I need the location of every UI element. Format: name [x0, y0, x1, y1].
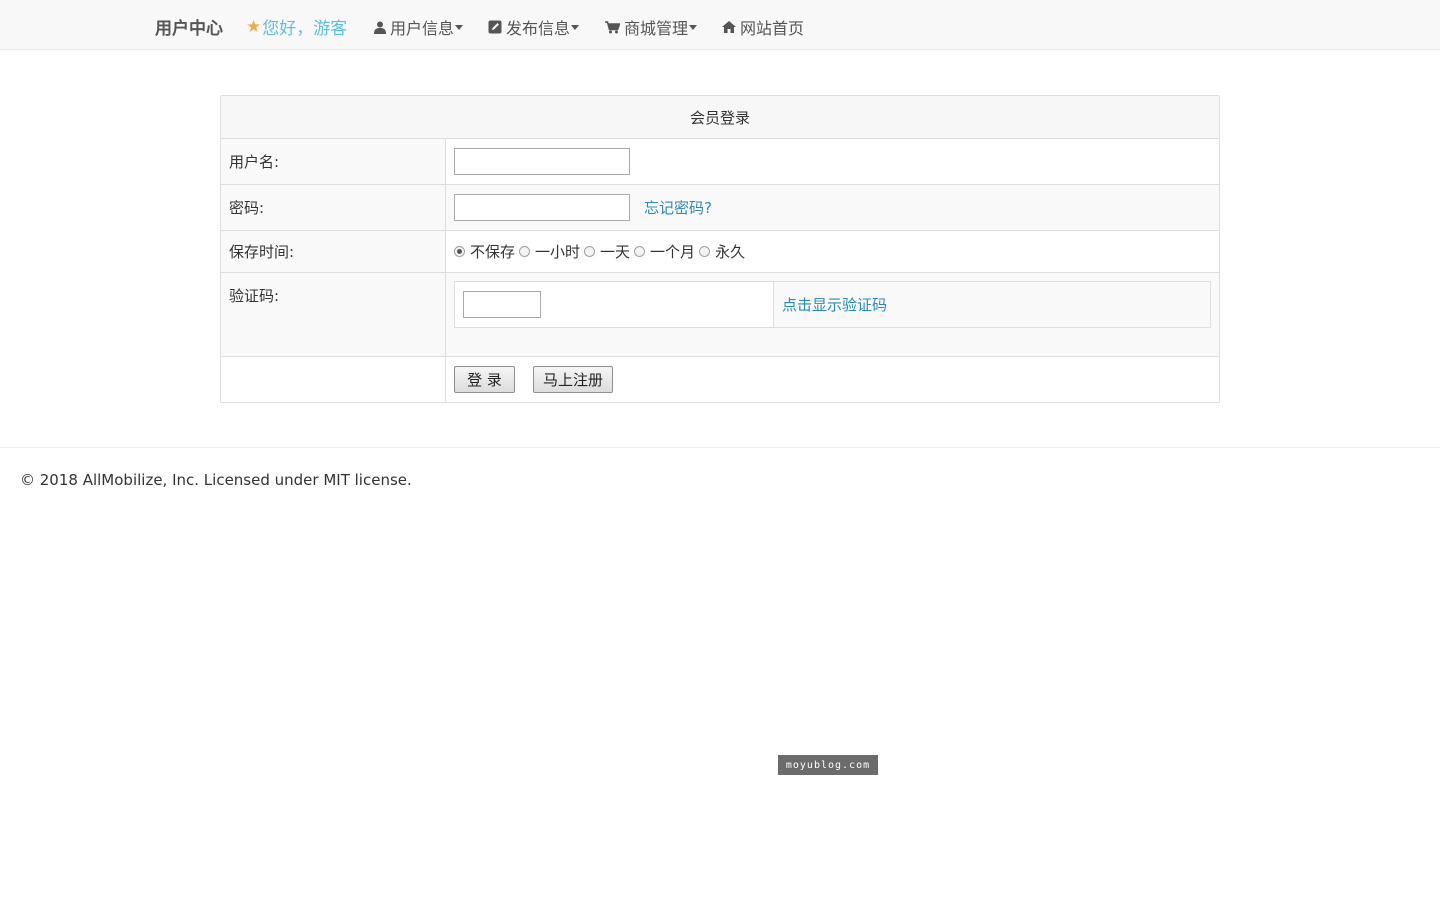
password-input[interactable] [454, 194, 630, 221]
username-cell [446, 139, 1219, 184]
caret-down-icon [689, 24, 698, 30]
captcha-link-cell: 点击显示验证码 [774, 282, 1210, 327]
greeting: ★ 您好，游客 [246, 14, 348, 40]
username-row: 用户名: [221, 138, 1219, 184]
cart-icon [605, 20, 620, 34]
actions-label-empty [221, 357, 446, 402]
user-icon [374, 21, 386, 34]
captcha-row: 验证码: 点击显示验证码 [221, 272, 1219, 356]
watermark: moyublog.com [778, 755, 878, 775]
radio-unchecked-icon[interactable] [699, 246, 711, 257]
nav-user-info[interactable]: 用户信息 [374, 15, 464, 39]
actions-row: 登 录 马上注册 [221, 356, 1219, 402]
captcha-cell: 点击显示验证码 [446, 273, 1219, 356]
login-form-table: 会员登录 用户名: 密码: 忘记密码? 保存时间: 不保存 一小时 一天 一个月… [220, 95, 1220, 403]
captcha-label: 验证码: [221, 273, 446, 356]
password-cell: 忘记密码? [446, 185, 1219, 230]
footer-copyright: © 2018 AllMobilize, Inc. Licensed under … [20, 471, 412, 489]
password-label: 密码: [221, 185, 446, 230]
actions-cell: 登 录 马上注册 [446, 357, 1219, 402]
nav-publish-info-label: 发布信息 [506, 19, 571, 38]
show-captcha-link[interactable]: 点击显示验证码 [782, 294, 887, 315]
save-time-label: 保存时间: [221, 231, 446, 272]
captcha-inner-table: 点击显示验证码 [454, 281, 1211, 328]
home-icon [722, 21, 736, 33]
caret-down-icon [455, 24, 464, 30]
radio-unchecked-icon[interactable] [519, 246, 531, 257]
captcha-input-cell [455, 282, 774, 327]
save-time-radio-group: 不保存 一小时 一天 一个月 永久 [454, 241, 749, 262]
caret-down-icon [571, 24, 580, 30]
save-time-option-none[interactable]: 不保存 [454, 241, 515, 262]
radio-unchecked-icon[interactable] [634, 246, 646, 257]
footer-divider [0, 447, 1440, 448]
save-time-cell: 不保存 一小时 一天 一个月 永久 [446, 231, 1219, 272]
forgot-password-link[interactable]: 忘记密码? [644, 197, 712, 218]
nav-shop-manage-label: 商城管理 [624, 19, 689, 38]
nav-home[interactable]: 网站首页 [722, 15, 804, 39]
nav-publish-info[interactable]: 发布信息 [488, 15, 580, 39]
captcha-input[interactable] [463, 291, 541, 318]
greeting-text: 您好，游客 [262, 19, 348, 39]
login-header: 会员登录 [221, 96, 1219, 138]
register-button[interactable]: 马上注册 [533, 366, 613, 393]
radio-unchecked-icon[interactable] [584, 246, 596, 257]
nav-home-label: 网站首页 [740, 19, 805, 38]
username-input[interactable] [454, 148, 630, 175]
save-time-row: 保存时间: 不保存 一小时 一天 一个月 永久 [221, 230, 1219, 272]
nav-shop-manage[interactable]: 商城管理 [605, 15, 698, 39]
radio-checked-icon[interactable] [454, 246, 465, 257]
nav-user-info-label: 用户信息 [390, 19, 455, 38]
brand-title[interactable]: 用户中心 [155, 14, 223, 39]
save-time-option-hour[interactable]: 一小时 [519, 241, 580, 262]
top-navbar: 用户中心 ★ 您好，游客 用户信息 发布信息 商城管理 网站首页 [0, 0, 1440, 50]
star-icon: ★ [246, 16, 262, 37]
username-label: 用户名: [221, 139, 446, 184]
save-time-option-day[interactable]: 一天 [584, 241, 630, 262]
save-time-option-forever[interactable]: 永久 [699, 241, 745, 262]
edit-icon [488, 20, 502, 34]
save-time-option-month[interactable]: 一个月 [634, 241, 695, 262]
login-title: 会员登录 [689, 108, 750, 127]
login-button[interactable]: 登 录 [454, 366, 515, 393]
password-row: 密码: 忘记密码? [221, 184, 1219, 230]
